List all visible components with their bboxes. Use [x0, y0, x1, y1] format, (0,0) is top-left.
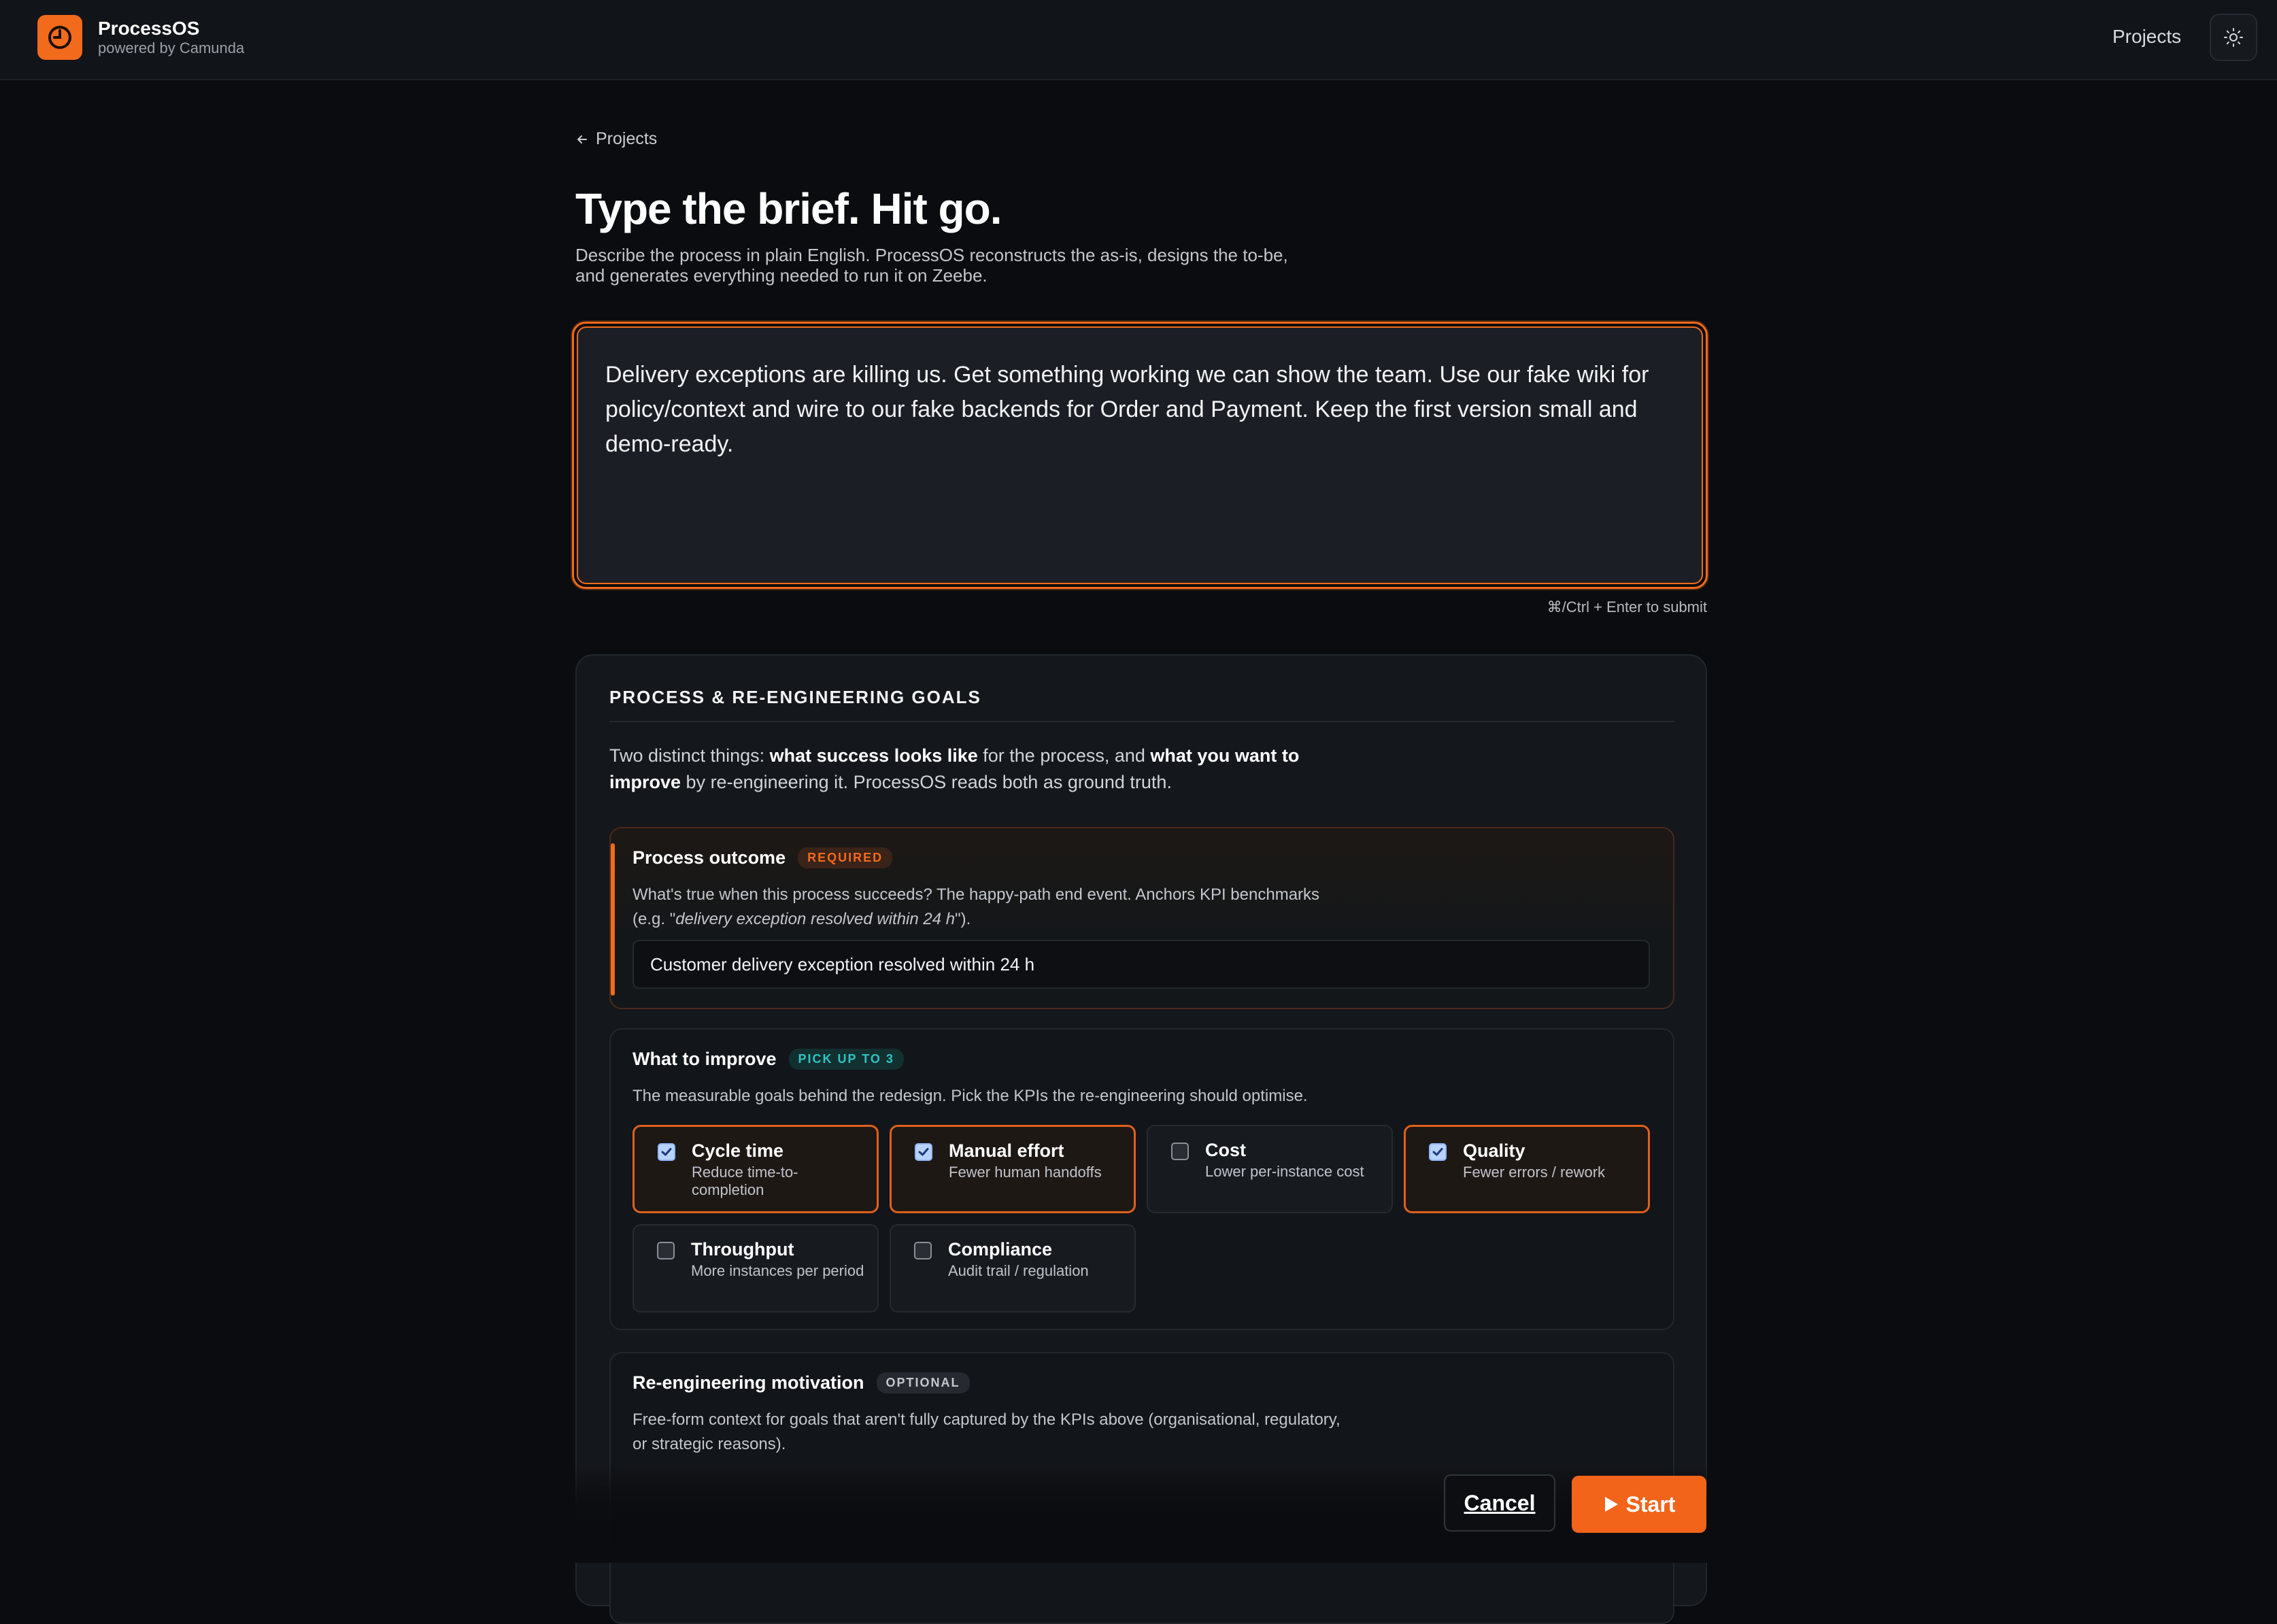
option-label: Cost	[1205, 1140, 1246, 1160]
option-subtitle: Lower per-instance cost	[1205, 1163, 1364, 1180]
checkbox[interactable]	[658, 1143, 675, 1161]
option-subtitle: More instances per period	[691, 1262, 864, 1279]
improve-option-cycle-time[interactable]: Cycle time Reduce time-to-completion	[632, 1125, 879, 1213]
checkbox[interactable]	[915, 1143, 932, 1161]
page-description: Describe the process in plain English. P…	[575, 245, 1344, 286]
accent-bar	[611, 843, 615, 996]
breadcrumb-projects-link[interactable]: Projects	[575, 129, 657, 149]
process-outcome-card: Process outcome REQUIRED What's true whe…	[609, 827, 1674, 1009]
option-label: Quality	[1463, 1140, 1525, 1161]
breadcrumb-label: Projects	[596, 129, 658, 148]
checkbox[interactable]	[1171, 1143, 1189, 1160]
theme-toggle-button[interactable]	[2210, 14, 2257, 61]
option-subtitle: Fewer errors / rework	[1463, 1164, 1606, 1181]
pick-up-to-3-badge: PICK UP TO 3	[788, 1049, 904, 1070]
option-subtitle: Audit trail / regulation	[948, 1262, 1089, 1279]
required-badge: REQUIRED	[798, 847, 893, 868]
brand-name: ProcessOS	[98, 18, 200, 39]
sun-icon	[2224, 28, 2243, 47]
description-line-2: and generates everything needed to run i…	[575, 265, 988, 286]
page-title: Type the brief. Hit go.	[575, 184, 1002, 233]
start-label: Start	[1625, 1491, 1676, 1517]
check-icon	[918, 1148, 929, 1156]
clock-logo-icon	[48, 26, 71, 49]
option-subtitle: Reduce time-to-completion	[692, 1164, 798, 1198]
improve-option-manual-effort[interactable]: Manual effort Fewer human handoffs	[890, 1125, 1136, 1213]
improve-option-throughput[interactable]: Throughput More instances per period	[632, 1224, 879, 1313]
improve-option-compliance[interactable]: Compliance Audit trail / regulation	[890, 1224, 1136, 1313]
checkbox[interactable]	[657, 1242, 675, 1259]
submit-hint: ⌘/Ctrl + Enter to submit	[1547, 598, 1707, 615]
start-button[interactable]: Start	[1572, 1476, 1706, 1533]
top-bar: ProcessOS powered by Camunda Projects	[0, 0, 2277, 80]
motivation-title: Re-engineering motivation	[632, 1372, 864, 1393]
option-label: Manual effort	[949, 1140, 1064, 1161]
option-subtitle: Fewer human handoffs	[949, 1164, 1102, 1181]
option-label: Cycle time	[692, 1140, 784, 1161]
nav-projects-link[interactable]: Projects	[2112, 26, 2181, 48]
check-icon	[661, 1148, 672, 1156]
goals-panel-title: PROCESS & RE-ENGINEERING GOALS	[609, 687, 981, 707]
optional-badge: OPTIONAL	[876, 1372, 970, 1393]
brief-input-wrapper: Delivery exceptions are killing us. Get …	[572, 322, 1708, 589]
play-icon	[1604, 1497, 1618, 1512]
checkbox[interactable]	[1429, 1143, 1447, 1161]
arrow-left-icon	[577, 135, 587, 143]
check-icon	[1432, 1148, 1443, 1156]
what-to-improve-title: What to improve	[632, 1049, 777, 1069]
process-outcome-title: Process outcome	[632, 847, 786, 868]
cancel-button[interactable]: Cancel	[1444, 1474, 1555, 1532]
description-line-1: Describe the process in plain English. P…	[575, 245, 1288, 265]
what-to-improve-card: What to improve PICK UP TO 3 The measura…	[609, 1028, 1674, 1330]
option-label: Throughput	[691, 1239, 794, 1259]
divider	[609, 721, 1674, 722]
motivation-description: Free-form context for goals that aren't …	[632, 1410, 1340, 1453]
brand-subtitle: powered by Camunda	[98, 39, 245, 56]
goals-intro: Two distinct things: what success looks …	[609, 745, 1300, 792]
checkbox[interactable]	[914, 1242, 932, 1259]
process-outcome-description: What's true when this process succeeds? …	[632, 885, 1320, 928]
brief-textarea[interactable]: Delivery exceptions are killing us. Get …	[577, 326, 1703, 584]
option-label: Compliance	[948, 1239, 1053, 1259]
improve-option-cost[interactable]: Cost Lower per-instance cost	[1147, 1125, 1393, 1213]
processos-logo[interactable]	[37, 15, 82, 60]
process-outcome-input[interactable]: Customer delivery exception resolved wit…	[632, 940, 1650, 989]
improve-option-quality[interactable]: Quality Fewer errors / rework	[1404, 1125, 1650, 1213]
what-to-improve-description: The measurable goals behind the redesign…	[632, 1087, 1308, 1105]
